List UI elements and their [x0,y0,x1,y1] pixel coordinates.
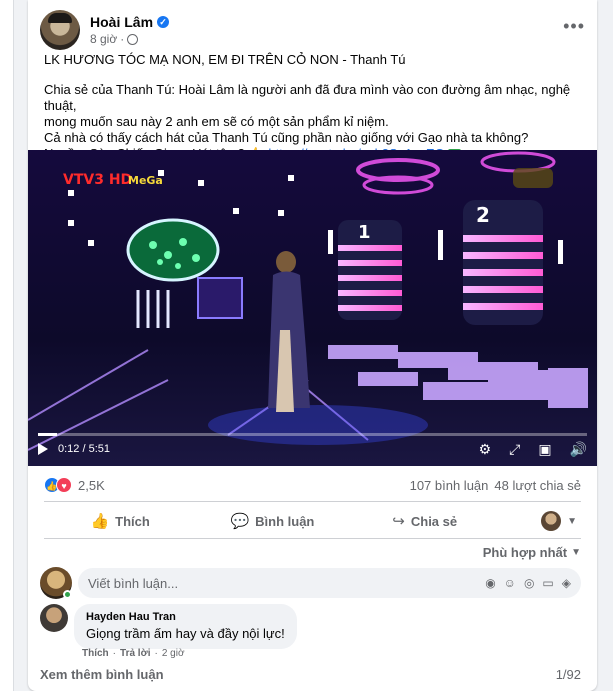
comment-label: Bình luận [255,513,315,529]
comment-button[interactable]: 💬 Bình luận [196,512,348,530]
video-frame: 1 2 VTV3 HD MeGa [28,150,597,466]
share-arrow-icon: ↪ [392,513,405,530]
comment-time[interactable]: 2 giờ [162,648,185,659]
public-globe-icon [127,33,139,45]
author-avatar[interactable] [40,10,80,50]
avatar-sticker-icon[interactable]: ◉ [485,576,495,590]
stage-number-1: 1 [358,222,371,243]
post-time[interactable]: 8 giờ [90,32,117,46]
video-duration: 5:51 [88,443,111,455]
post-card: Hoài Lâm ✓ 8 giờ · ••• LK HƯƠNG TÓC MẠ N… [28,0,597,691]
stage-number-2: 2 [476,203,490,227]
commenter-name[interactable]: Hayden Hau Tran [86,611,285,623]
post-time-row: 8 giờ · [90,32,169,46]
author-name-row: Hoài Lâm ✓ [90,14,170,30]
like-label: Thích [115,513,150,529]
online-status-dot [63,590,72,599]
profile-avatar-small [541,511,562,531]
video-controls: 0:12 / 5:51 ⚙ ⤢ ▣ 🔊 [28,432,597,466]
comment-meta: Thích · Trả lời · 2 giờ [82,648,185,659]
caret-down-icon: ▼ [567,515,577,527]
comments-footer: Xem thêm bình luận 1/92 [40,667,581,682]
comment-like-link[interactable]: Thích [82,648,109,659]
left-column-edge [0,0,14,691]
reaction-stats: 👍 ♥ 2,5K 107 bình luận 48 lượt chia sẻ [44,474,581,496]
camera-icon[interactable]: ◎ [524,576,534,590]
video-controls-right: ⚙ ⤢ ▣ 🔊 [479,441,587,458]
comment-item: Hayden Hau Tran Giọng trầm ấm hay và đầy… [40,604,297,649]
comment-placeholder: Viết bình luận... [88,575,179,591]
channel-logo: VTV3 HD [63,172,132,188]
comment-input[interactable]: Viết bình luận... ◉ ☺ ◎ ▭ ◈ [78,568,581,598]
post-title: LK HƯƠNG TÓC MẠ NON, EM ĐI TRÊN CỎ NON -… [44,52,406,67]
post-line-2: mong muốn sau này 2 anh em sẽ có một sản… [44,114,389,129]
share-count[interactable]: 48 lượt chia sẻ [494,478,581,493]
settings-gear-icon[interactable]: ⚙ [479,441,492,458]
comment-bubble: Hayden Hau Tran Giọng trầm ấm hay và đầy… [74,604,297,649]
comment-count[interactable]: 107 bình luận [410,478,489,493]
share-label: Chia sẻ [410,513,458,529]
divider-bottom [44,538,581,539]
video-current-time: 0:12 [58,443,80,455]
current-user-avatar[interactable] [40,567,72,599]
more-options-icon[interactable]: ••• [563,16,585,37]
play-icon[interactable] [38,443,48,455]
reaction-count[interactable]: 2,5K [78,478,105,493]
comment-bubble-icon: 💬 [230,513,250,530]
love-reaction-icon[interactable]: ♥ [56,477,72,493]
react-as-selector[interactable]: ▼ [501,511,581,531]
divider-top [44,501,581,502]
stats-right: 107 bình luận 48 lượt chia sẻ [410,478,581,493]
volume-icon[interactable]: 🔊 [570,441,587,458]
post-actions: 👍 Thích 💬 Bình luận ↪ Chia sẻ ▼ [44,506,581,536]
comment-composer: Viết bình luận... ◉ ☺ ◎ ▭ ◈ [40,567,581,599]
caret-down-icon: ▼ [571,547,581,558]
emoji-icon[interactable]: ☺ [504,576,516,590]
post-header: Hoài Lâm ✓ 8 giờ · [40,10,170,50]
verified-badge-icon: ✓ [157,16,170,28]
author-name[interactable]: Hoài Lâm [90,14,153,30]
picture-in-picture-icon[interactable]: ▣ [538,441,551,458]
sticker-icon[interactable]: ◈ [562,576,571,590]
post-line-3: Cả nhà có thấy cách hát của Thanh Tú cũn… [44,130,529,145]
composer-icons: ◉ ☺ ◎ ▭ ◈ [485,576,571,590]
share-button[interactable]: ↪ Chia sẻ [349,512,501,530]
post-line-1: Chia sẻ của Thanh Tú: Hoài Lâm là người … [44,82,571,113]
see-more-comments[interactable]: Xem thêm bình luận [40,667,164,682]
thumbs-up-icon: 👍 [90,513,110,530]
comment-reply-link[interactable]: Trả lời [120,648,150,659]
sort-label: Phù hợp nhất [482,545,568,560]
comment-sort-dropdown[interactable]: Phù hợp nhất ▼ [483,545,581,560]
like-button[interactable]: 👍 Thích [44,512,196,530]
video-player[interactable]: 1 2 VTV3 HD MeGa 0:12 / 5:51 ⚙ ⤢ ▣ 🔊 [28,150,597,466]
author-meta: Hoài Lâm ✓ 8 giờ · [90,14,170,46]
comment-text: Giọng trầm ấm hay và đầy nội lực! [86,626,285,641]
comment-pagination: 1/92 [555,667,581,682]
fullscreen-expand-icon[interactable]: ⤢ [509,441,520,458]
gif-icon[interactable]: ▭ [542,576,553,590]
show-logo: MeGa [128,174,163,187]
commenter-avatar[interactable] [40,604,68,632]
post-text: LK HƯƠNG TÓC MẠ NON, EM ĐI TRÊN CỎ NON -… [44,52,589,162]
